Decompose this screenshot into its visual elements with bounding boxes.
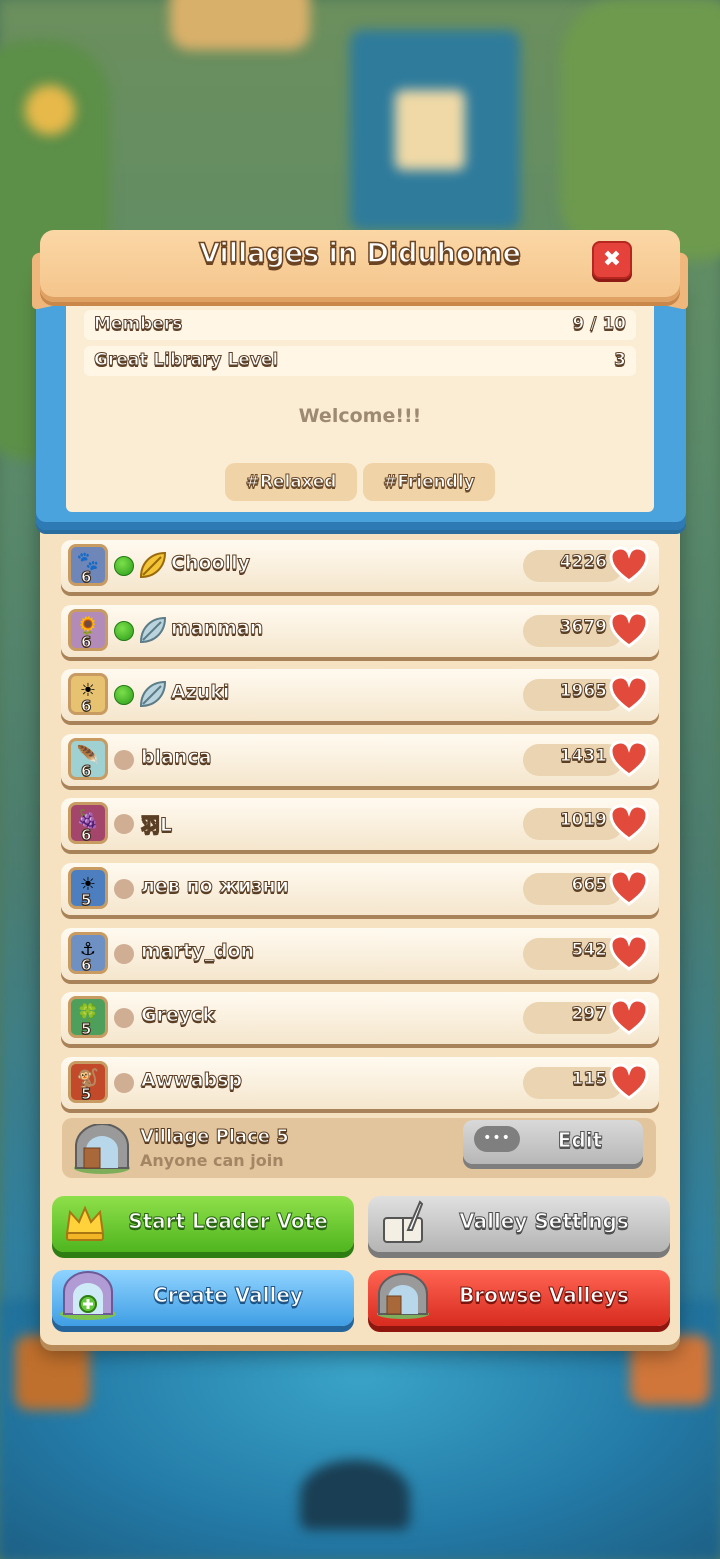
member-avatar: 🐾 6 [68, 544, 108, 587]
library-stat: Great Library Level 3 [84, 346, 636, 376]
member-avatar: 🍀 5 [68, 996, 108, 1039]
members-label: Members [93, 314, 183, 335]
offline-status-icon [114, 1073, 134, 1093]
heart-icon [609, 869, 649, 906]
member-name: 羽L [140, 814, 173, 837]
member-avatar: 🌻 6 [68, 609, 108, 652]
heart-icon [609, 804, 649, 841]
start-leader-vote-button[interactable]: Start Leader Vote [52, 1196, 354, 1252]
heart-icon [609, 740, 649, 777]
create-valley-label: Create Valley [153, 1283, 304, 1308]
edit-label: Edit [557, 1128, 603, 1153]
dialog-title: Villages in Diduhome [198, 237, 521, 270]
member-name: лев по жизни [141, 875, 290, 898]
member-row[interactable]: 🍇 6 羽L 1019 [61, 798, 659, 850]
member-score: 115 [571, 1069, 607, 1090]
member-row[interactable]: 🐾 6 Choolly 4226 [61, 540, 659, 592]
silver-leaf-icon [139, 616, 167, 644]
member-score: 297 [571, 1004, 607, 1025]
heart-icon [609, 675, 649, 712]
heart-icon [609, 546, 649, 583]
welcome-message: Welcome!!! [298, 405, 422, 427]
member-row[interactable]: ⚓ 6 marty_don 542 [61, 928, 659, 980]
member-avatar: 🍇 6 [68, 802, 108, 845]
valley-settings-button[interactable]: Valley Settings [368, 1196, 670, 1252]
member-level: 6 [80, 956, 92, 975]
member-row[interactable]: ☀ 5 лев по жизни 665 [61, 863, 659, 915]
member-row[interactable]: ☀ 6 Azuki 1965 [61, 669, 659, 721]
members-stat: Members 9 / 10 [84, 310, 636, 340]
members-value: 9 / 10 [572, 314, 627, 335]
member-avatar: ☀ 5 [68, 867, 108, 910]
member-row[interactable]: 🌻 6 manman 3679 [61, 605, 659, 657]
member-row[interactable]: 🪶 6 blanca 1431 [61, 734, 659, 786]
member-name: Greyck [140, 1004, 216, 1027]
online-status-icon [114, 556, 134, 576]
village-place-subtitle: Anyone can join [140, 1151, 284, 1170]
member-avatar: 🪶 6 [68, 738, 108, 781]
offline-status-icon [114, 750, 134, 770]
create-valley-button[interactable]: Create Valley [52, 1270, 354, 1326]
member-name: Awwabsp [140, 1069, 243, 1092]
member-score: 665 [571, 875, 607, 896]
member-row[interactable]: 🐒 5 Awwabsp 115 [61, 1057, 659, 1109]
valley-settings-label: Valley Settings [459, 1209, 630, 1234]
member-name: Choolly [171, 552, 251, 575]
member-row[interactable]: 🍀 5 Greyck 297 [61, 992, 659, 1044]
heart-icon [609, 998, 649, 1035]
heart-icon [609, 611, 649, 648]
offline-status-icon [114, 814, 134, 834]
member-name: Azuki [170, 681, 230, 704]
village-place-title: Village Place 5 [140, 1126, 290, 1148]
close-button[interactable]: ✖ [592, 241, 632, 279]
heart-icon [609, 934, 649, 971]
member-name: manman [170, 617, 264, 640]
member-score: 1965 [559, 681, 607, 702]
offline-status-icon [114, 1008, 134, 1028]
online-status-icon [114, 685, 134, 705]
start-leader-vote-label: Start Leader Vote [128, 1209, 329, 1234]
browse-valleys-button[interactable]: Browse Valleys [368, 1270, 670, 1326]
member-score: 3679 [559, 617, 607, 638]
member-avatar: ⚓ 6 [68, 932, 108, 975]
member-level: 5 [80, 1020, 92, 1039]
close-icon: ✖ [602, 247, 622, 272]
member-level: 6 [80, 697, 92, 716]
member-score: 4226 [559, 552, 607, 573]
offline-status-icon [114, 879, 134, 899]
member-level: 6 [80, 633, 92, 652]
member-score: 1431 [559, 746, 607, 767]
library-label: Great Library Level [93, 350, 279, 371]
member-level: 6 [80, 568, 92, 587]
member-level: 5 [80, 891, 92, 910]
tag-relaxed: #Relaxed [225, 463, 357, 501]
tag-friendly: #Friendly [363, 463, 495, 501]
gold-leaf-icon [139, 551, 167, 579]
heart-icon [609, 1063, 649, 1100]
browse-valleys-label: Browse Valleys [459, 1283, 630, 1308]
member-avatar: ☀ 6 [68, 673, 108, 716]
member-level: 6 [80, 762, 92, 781]
online-status-icon [114, 621, 134, 641]
member-score: 542 [571, 940, 607, 961]
member-level: 6 [80, 826, 92, 845]
more-icon: ••• [474, 1126, 520, 1152]
village-gate-icon [74, 1124, 130, 1174]
library-value: 3 [614, 350, 627, 371]
member-level: 5 [80, 1085, 92, 1104]
member-avatar: 🐒 5 [68, 1061, 108, 1104]
member-score: 1019 [559, 810, 607, 831]
silver-leaf-icon [139, 680, 167, 708]
offline-status-icon [114, 944, 134, 964]
member-name: marty_don [140, 940, 255, 963]
member-name: blanca [141, 746, 213, 769]
